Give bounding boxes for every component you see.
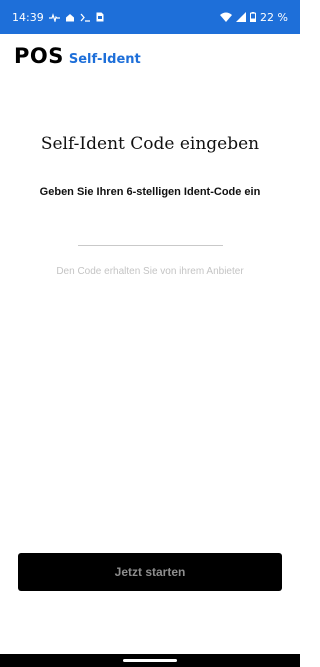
signal-icon	[236, 12, 247, 22]
battery-icon	[250, 12, 257, 22]
brand-name: POS	[14, 44, 64, 68]
status-right: 22 %	[220, 11, 288, 24]
app-logo: POS Self-Ident	[14, 44, 141, 68]
instruction-text: Geben Sie Ihren 6-stelligen Ident-Code e…	[39, 186, 261, 198]
battery-level: 22 %	[260, 10, 288, 24]
start-button[interactable]: Jetzt starten	[18, 553, 282, 591]
ident-code-input[interactable]	[78, 222, 223, 246]
status-bar: 14:39 22 %	[0, 0, 300, 34]
page-title: Self-Ident Code eingeben	[40, 134, 260, 154]
wifi-icon	[220, 12, 233, 22]
home-indicator[interactable]	[123, 659, 177, 662]
terminal-icon	[80, 13, 91, 22]
sim-icon	[96, 12, 104, 22]
brand-subtitle: Self-Ident	[68, 52, 141, 67]
pulse-icon	[48, 12, 60, 22]
status-left: 14:39	[12, 11, 104, 24]
home-icon	[65, 13, 75, 22]
hint-text: Den Code erhalten Sie von ihrem Anbieter	[56, 266, 244, 277]
status-time: 14:39	[12, 10, 44, 24]
